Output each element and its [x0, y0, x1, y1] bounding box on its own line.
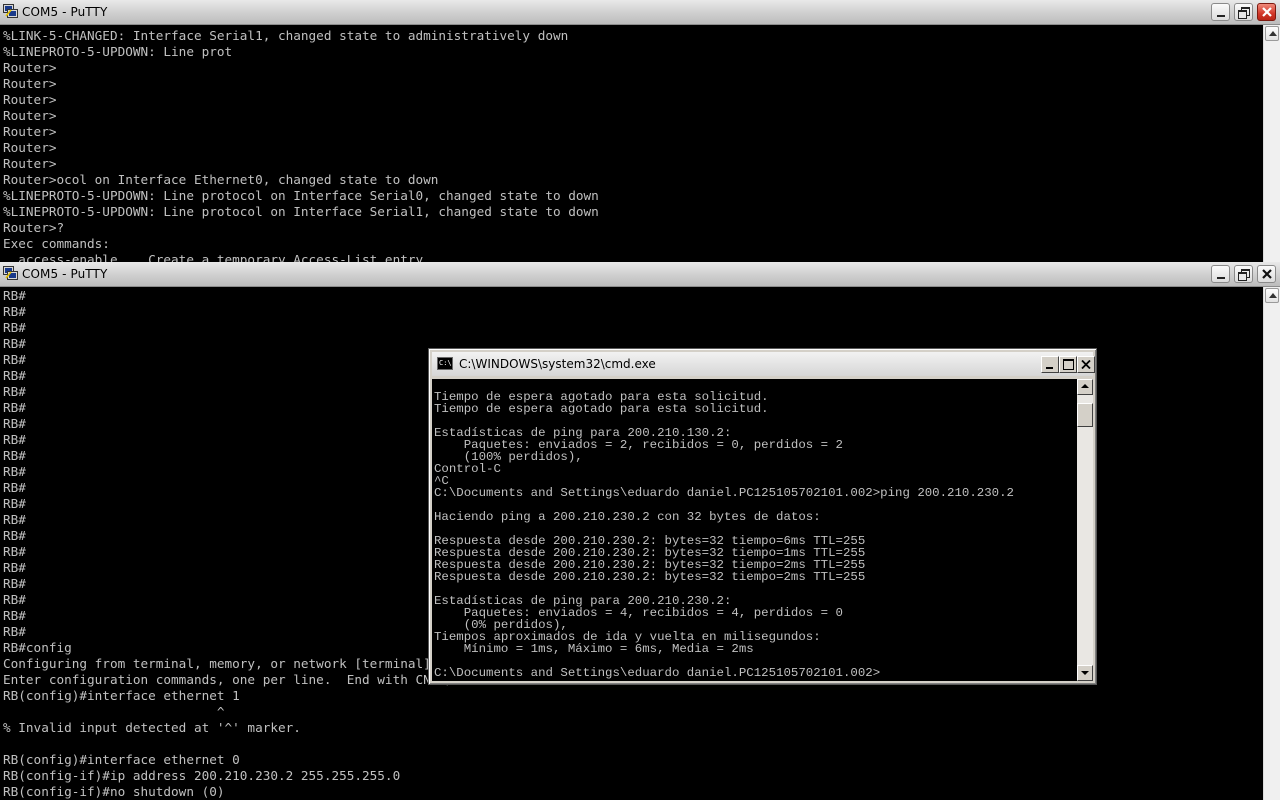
putty-bottom-maximize-button[interactable] — [1234, 265, 1253, 283]
close-icon — [1262, 269, 1272, 279]
putty-top-terminal-output[interactable]: %LINK-5-CHANGED: Interface Serial1, chan… — [3, 28, 599, 262]
cmd-maximize-button[interactable] — [1059, 356, 1077, 373]
cmd-titlebar[interactable]: C:\ C:\WINDOWS\system32\cmd.exe — [432, 352, 1095, 376]
putty-bottom-titlebar[interactable]: COM5 - PuTTY — [0, 262, 1280, 287]
putty-top-title: COM5 - PuTTY — [22, 5, 108, 19]
putty-bottom-scrollbar[interactable] — [1263, 287, 1280, 800]
putty-bottom-minimize-button[interactable] — [1211, 265, 1230, 283]
cmd-minimize-button[interactable] — [1041, 356, 1059, 373]
putty-bottom-terminal-output[interactable]: RB# RB# RB# RB# RB# RB# RB# RB# RB# RB# … — [3, 288, 469, 800]
close-icon — [1262, 7, 1272, 17]
putty-top-titlebar[interactable]: COM5 - PuTTY — [0, 0, 1280, 25]
cmd-terminal-output[interactable]: Tiempo de espera agotado para esta solic… — [434, 391, 1014, 679]
putty-top-minimize-button[interactable] — [1211, 3, 1230, 21]
putty-bottom-close-button[interactable] — [1257, 265, 1276, 283]
putty-icon — [3, 266, 18, 280]
putty-icon — [3, 4, 18, 18]
scroll-up-arrow-icon[interactable] — [1265, 26, 1279, 41]
putty-window-top[interactable]: COM5 - PuTTY %LINK-5-CHANGED: Interface … — [0, 0, 1280, 262]
putty-top-close-button[interactable] — [1257, 3, 1276, 21]
putty-bottom-title: COM5 - PuTTY — [22, 267, 108, 281]
scroll-down-arrow-icon[interactable] — [1077, 665, 1093, 681]
cmd-console[interactable]: Tiempo de espera agotado para esta solic… — [432, 379, 1077, 681]
scroll-up-arrow-icon[interactable] — [1077, 379, 1093, 395]
cmd-scrollbar[interactable] — [1077, 379, 1093, 681]
cmd-title: C:\WINDOWS\system32\cmd.exe — [459, 357, 656, 371]
putty-top-scrollbar[interactable] — [1263, 25, 1280, 262]
cmd-close-button[interactable] — [1077, 356, 1095, 373]
scroll-up-arrow-icon[interactable] — [1265, 288, 1279, 303]
putty-top-maximize-button[interactable] — [1234, 3, 1253, 21]
cmd-icon: C:\ — [437, 357, 453, 370]
cmd-window[interactable]: C:\ C:\WINDOWS\system32\cmd.exe Tiempo d… — [428, 348, 1097, 685]
close-icon — [1081, 360, 1091, 369]
scrollbar-thumb[interactable] — [1077, 403, 1093, 427]
